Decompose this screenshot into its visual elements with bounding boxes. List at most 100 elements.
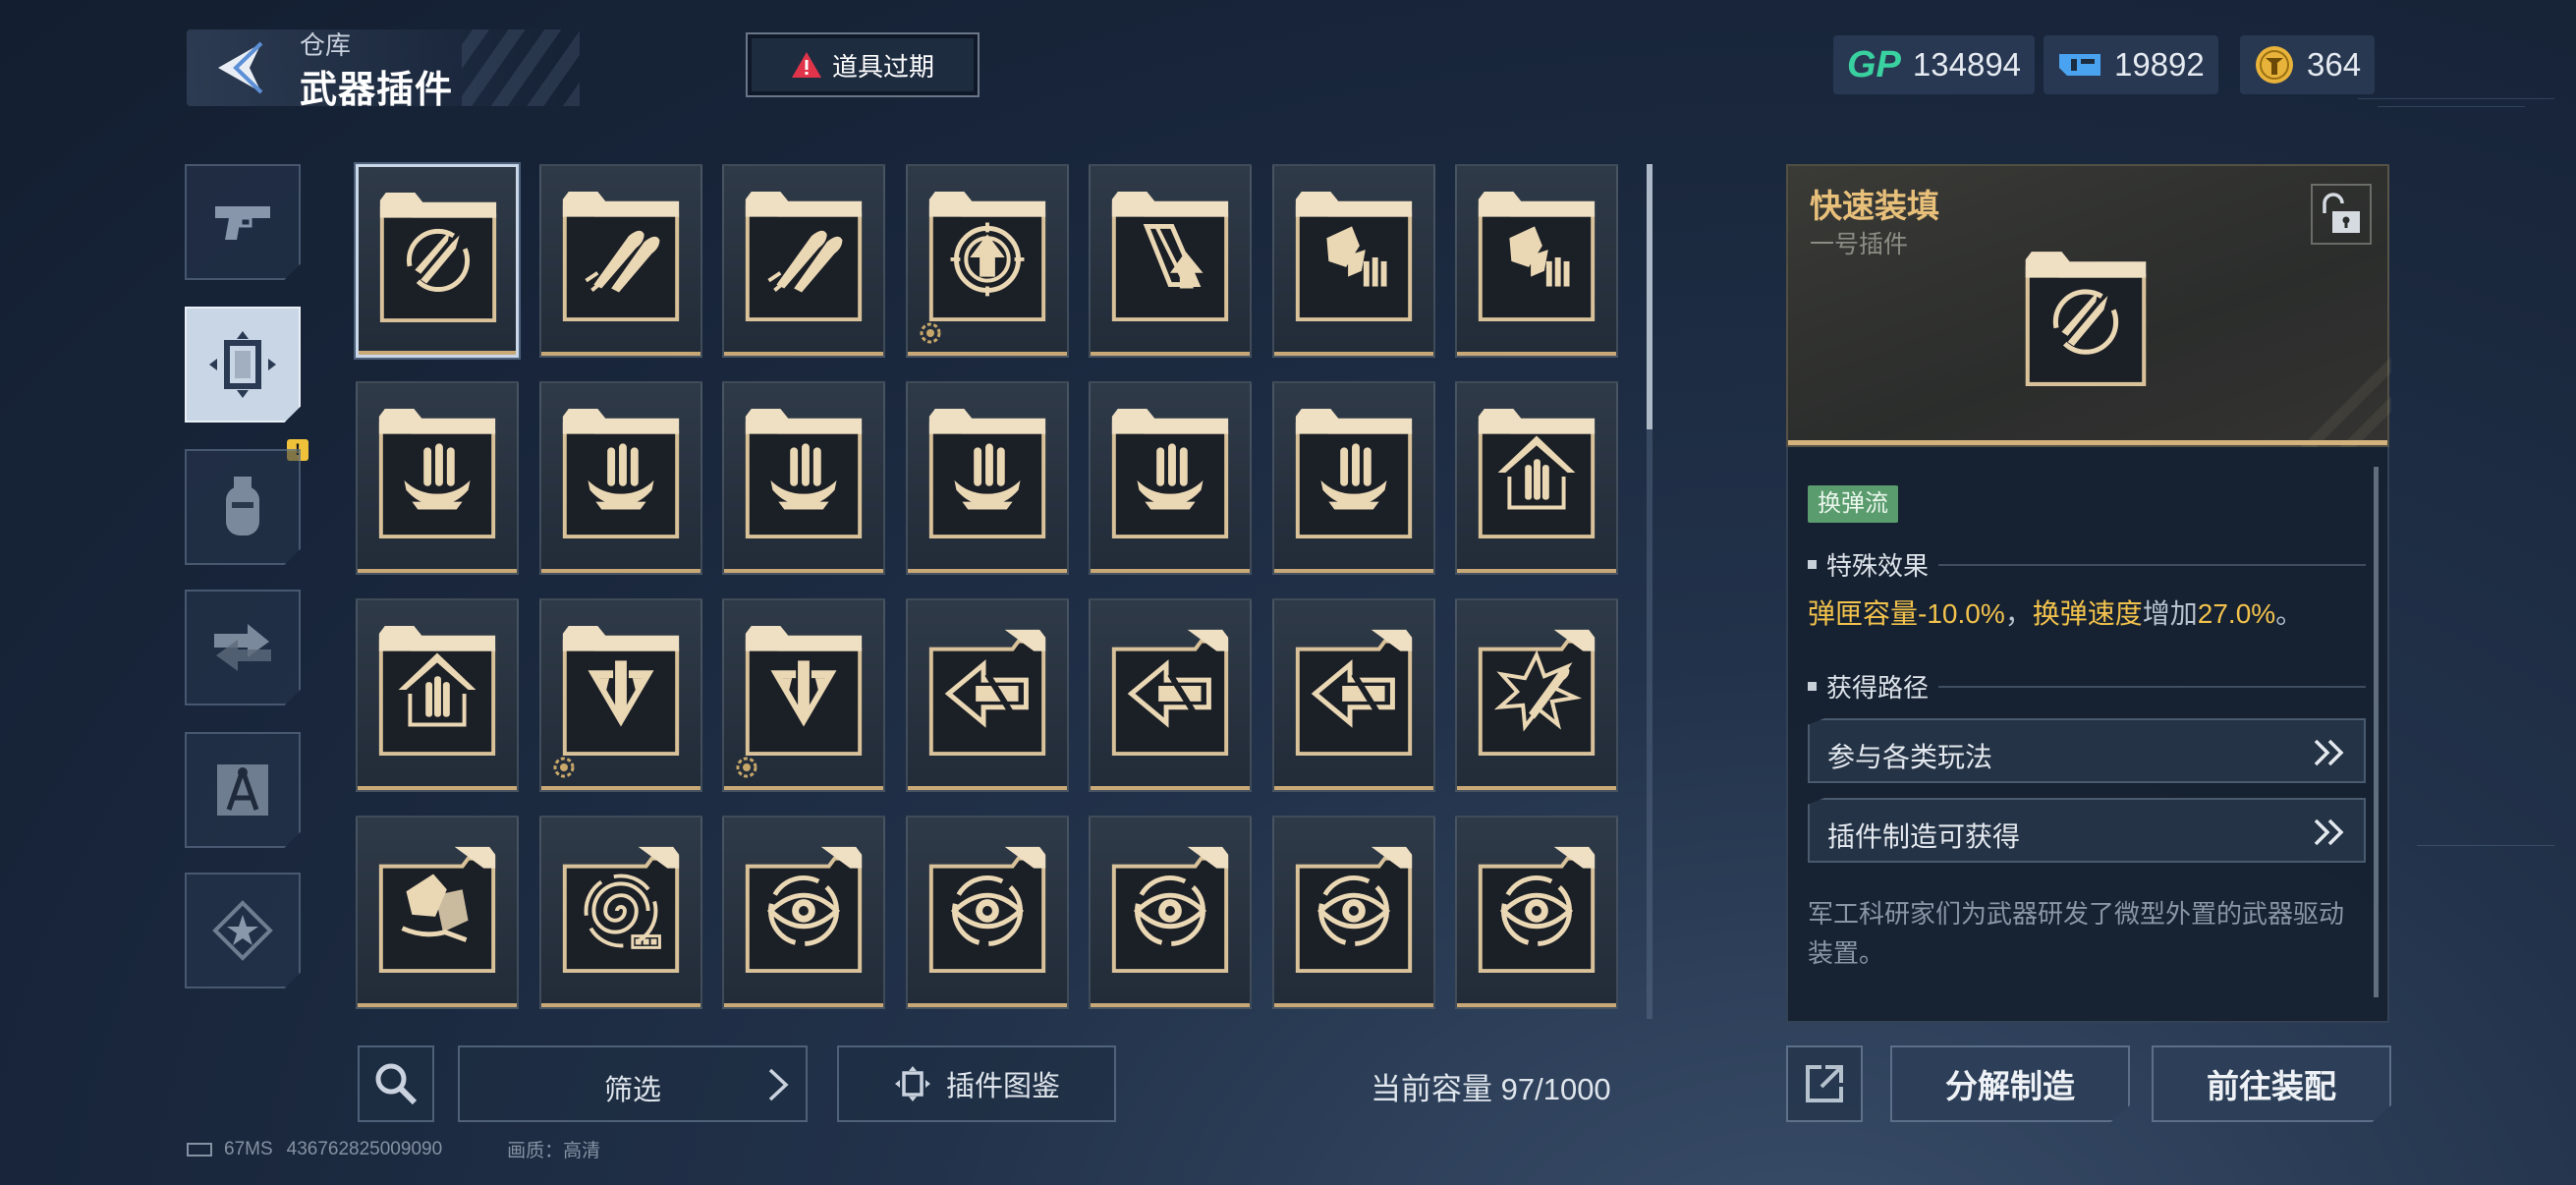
gear-icon — [736, 757, 757, 778]
plugin-cell[interactable] — [356, 816, 519, 1009]
plugin-cell[interactable] — [1089, 164, 1252, 358]
gear-icon — [553, 757, 575, 778]
plugin-cell[interactable] — [1089, 598, 1252, 792]
cell-base-bar — [1457, 352, 1616, 356]
share-button[interactable] — [1786, 1045, 1863, 1122]
plugin-cell[interactable] — [1455, 598, 1618, 792]
plugin-cell[interactable] — [539, 816, 702, 1009]
detail-scrollbar[interactable] — [2374, 467, 2379, 997]
back-arrow-icon[interactable] — [210, 37, 271, 98]
bullet-chevron-icon — [558, 622, 684, 758]
plugin-cell[interactable] — [1272, 816, 1435, 1009]
detail-gold-bar — [1788, 440, 2387, 445]
effect-text: 弹匣容量-10.0%，换弹速度增加27.0%。 — [1808, 592, 2303, 632]
cell-base-bar — [724, 786, 883, 790]
plugin-cell[interactable] — [906, 381, 1069, 575]
gear-icon — [920, 322, 941, 344]
plugin-cell[interactable] — [1272, 164, 1435, 358]
ticket-value: 19892 — [2114, 46, 2205, 83]
dismantle-button[interactable]: 分解制造 — [1890, 1045, 2130, 1122]
cell-base-bar — [359, 351, 516, 355]
plugin-cell[interactable] — [722, 816, 885, 1009]
eye-icon — [1474, 839, 1599, 975]
double-chevron-right-icon — [2314, 818, 2344, 846]
source-header-label: 获得路径 — [1826, 673, 1930, 703]
effect-value-2: 27.0% — [2197, 598, 2276, 629]
plugin-cell[interactable] — [722, 381, 885, 575]
tab-skins[interactable] — [185, 590, 301, 705]
equip-button[interactable]: 前往装配 — [2152, 1045, 2391, 1122]
cell-base-bar — [1457, 569, 1616, 573]
plugin-cell[interactable] — [906, 164, 1069, 358]
effect-header-label: 特殊效果 — [1826, 551, 1930, 581]
plugin-cell[interactable] — [722, 164, 885, 358]
plugin-cell[interactable] — [356, 598, 519, 792]
plugin-atlas-button[interactable]: 插件图鉴 — [837, 1045, 1116, 1122]
source-route-item[interactable]: 参与各类玩法 — [1808, 718, 2366, 783]
warning-icon — [791, 52, 821, 78]
compass-icon — [217, 764, 268, 816]
plugin-frame-icon — [209, 331, 276, 398]
plugin-cell[interactable] — [906, 816, 1069, 1009]
plugin-cell[interactable] — [1272, 598, 1435, 792]
plugin-cell[interactable] — [906, 598, 1069, 792]
share-icon — [1806, 1065, 1843, 1102]
plugin-cell[interactable] — [539, 381, 702, 575]
cell-base-bar — [908, 786, 1067, 790]
plugin-cell[interactable] — [356, 164, 519, 358]
plugin-grid — [356, 164, 1619, 1014]
house-ammo-icon — [374, 622, 500, 758]
tab-weapons[interactable] — [185, 164, 301, 280]
cell-base-bar — [908, 1003, 1067, 1007]
plugin-cell[interactable] — [1455, 164, 1618, 358]
plugin-name: 快速装填 — [1810, 188, 1939, 224]
bullet-square-icon — [1808, 682, 1817, 691]
source-route-item[interactable]: 插件制造可获得 — [1808, 798, 2366, 863]
tab-grenades[interactable] — [185, 449, 301, 565]
currency-gp[interactable]: GP 134894 — [1833, 35, 2036, 94]
tab-plugins[interactable] — [185, 307, 301, 423]
section-divider — [1938, 685, 2366, 688]
equip-label: 前往装配 — [2207, 1068, 2336, 1104]
search-button[interactable] — [358, 1045, 434, 1122]
currency-ticket[interactable]: 19892 — [2044, 35, 2218, 94]
currency-coin[interactable]: 364 — [2240, 35, 2376, 94]
eye-icon — [1107, 839, 1233, 975]
effect-verb: 增加 — [2142, 598, 2198, 629]
plugin-cell[interactable] — [539, 164, 702, 358]
lock-toggle-button[interactable] — [2311, 184, 2372, 245]
plugin-cell[interactable] — [1455, 381, 1618, 575]
coin-value: 364 — [2307, 46, 2362, 83]
mag-up-icon — [1107, 188, 1233, 323]
quality-text: 画质：高清 — [507, 1141, 601, 1161]
grid-scroll-thumb[interactable] — [1647, 164, 1652, 429]
plugin-cell[interactable] — [722, 598, 885, 792]
cell-base-bar — [1091, 1003, 1250, 1007]
plugin-cell[interactable] — [1272, 381, 1435, 575]
header-stripes — [462, 29, 580, 106]
eye-icon — [741, 839, 867, 975]
cell-base-bar — [1091, 569, 1250, 573]
arrow-left-icon — [1107, 622, 1233, 758]
tab-characters[interactable] — [185, 732, 301, 848]
plugin-slot: 一号插件 — [1810, 231, 1909, 258]
effect-end: 。 — [2275, 598, 2304, 629]
filter-button[interactable]: 筛选 — [458, 1045, 808, 1122]
tab-badges[interactable] — [185, 873, 301, 988]
plugin-cell[interactable] — [356, 381, 519, 575]
selected-plugin-icon — [2020, 248, 2152, 388]
cell-base-bar — [1274, 569, 1433, 573]
plugin-cell[interactable] — [539, 598, 702, 792]
ammo-wing-icon — [374, 405, 500, 540]
ammo-wing-icon — [1291, 405, 1417, 540]
effect-stat-2: 换弹速度 — [2032, 598, 2143, 629]
ammo-wing-icon — [924, 405, 1050, 540]
plugin-cell[interactable] — [1455, 816, 1618, 1009]
plugin-cell[interactable] — [1089, 381, 1252, 575]
plugin-cell[interactable] — [1089, 816, 1252, 1009]
unlock-icon — [2323, 193, 2360, 233]
expired-items-button[interactable]: 道具过期 — [746, 32, 980, 97]
shards-ammo-icon — [1474, 188, 1599, 323]
bg-deco-line — [2417, 845, 2554, 846]
plugin-description: 军工科研家们为武器研发了微型外置的武器驱动装置。 — [1808, 899, 2345, 968]
